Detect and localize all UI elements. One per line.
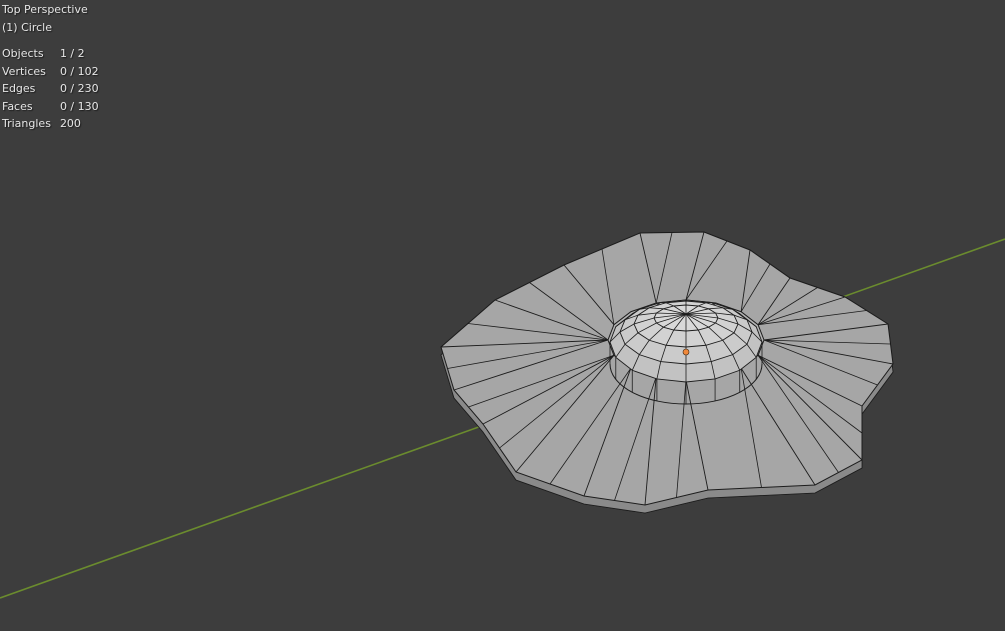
object-origin-dot (682, 348, 690, 356)
stat-row-objects: Objects 1 / 2 (2, 45, 99, 63)
stat-value: 0 / 130 (59, 99, 99, 113)
stat-label: Vertices (2, 64, 46, 78)
stat-row-triangles: Triangles 200 (2, 115, 99, 133)
viewport-text-overlay: Top Perspective (1) Circle Objects 1 / 2… (2, 1, 99, 133)
circle-mesh[interactable] (440, 231, 894, 514)
stat-row-vertices: Vertices 0 / 102 (2, 63, 99, 81)
viewport-scene[interactable] (0, 0, 1005, 631)
stat-label: Triangles (2, 117, 51, 130)
stat-value: 200 (59, 117, 81, 130)
3d-viewport[interactable]: Top Perspective (1) Circle Objects 1 / 2… (0, 0, 1005, 631)
stat-label: Faces (2, 99, 33, 113)
stat-value: 0 / 230 (59, 82, 99, 95)
stat-label: Edges (2, 82, 36, 95)
stat-value: 1 / 2 (59, 47, 85, 60)
view-name: Top Perspective (2, 3, 88, 16)
active-object-name: (1) Circle (2, 20, 52, 34)
scene-statistics: Objects 1 / 2 Vertices 0 / 102 Edges 0 /… (2, 45, 99, 133)
stat-row-faces: Faces 0 / 130 (2, 98, 99, 116)
stat-label: Objects (2, 47, 44, 60)
overlay-spacer (2, 36, 99, 45)
stat-row-edges: Edges 0 / 230 (2, 80, 99, 98)
stat-value: 0 / 102 (59, 64, 99, 78)
